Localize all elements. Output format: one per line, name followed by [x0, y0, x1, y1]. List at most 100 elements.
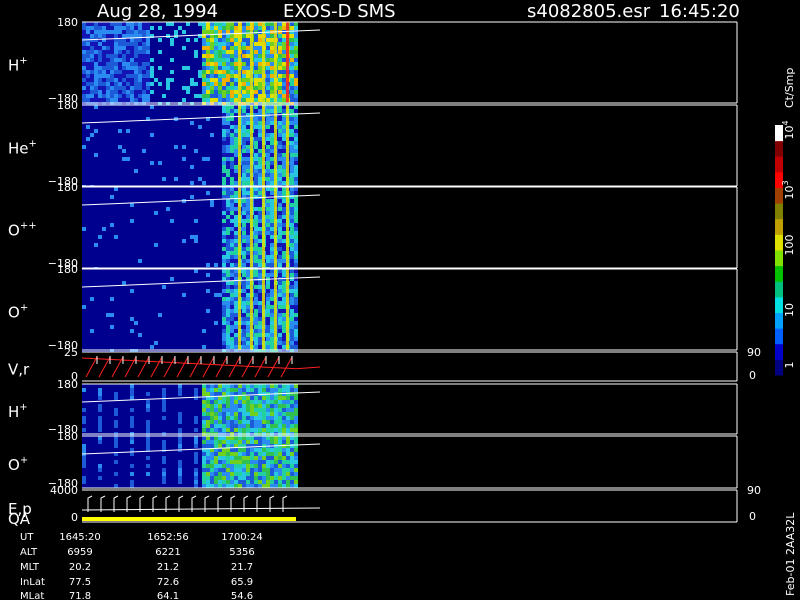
spectrogram-cell [222, 223, 226, 227]
spectrogram-cell [266, 54, 270, 58]
spectrogram-cell [114, 78, 118, 82]
spectrogram-cell [82, 161, 86, 165]
spectrogram-cell [82, 223, 86, 227]
spectrogram-cell [146, 400, 150, 404]
spectrogram-cell [270, 337, 274, 341]
spectrogram-cell [150, 313, 154, 317]
spectrogram-cell [174, 157, 178, 161]
spectrogram-cell [98, 58, 102, 62]
spectrogram-cell [226, 141, 230, 145]
spectrogram-cell [182, 74, 186, 78]
spectrogram-cell [98, 113, 102, 117]
spectrogram-cell [134, 277, 138, 281]
spectrogram-cell [202, 54, 206, 58]
spectrogram-cell [150, 231, 154, 235]
spectrogram-cell [130, 173, 134, 177]
spectrogram-cell [118, 54, 122, 58]
spectrogram-cell [254, 235, 258, 239]
spectrogram-cell [154, 293, 158, 297]
spectrogram-cell [290, 30, 294, 34]
spectrogram-cell [126, 321, 130, 325]
spectrogram-cell [114, 86, 118, 90]
spectrogram-cell [278, 90, 282, 94]
spectrogram-cell [246, 337, 250, 341]
spectrogram-cell [142, 62, 146, 66]
spectrogram-cell [90, 42, 94, 46]
spectrogram-cell [206, 82, 210, 86]
spectrogram-cell [290, 325, 294, 329]
spectrogram-cell [242, 58, 246, 62]
spectrogram-cell [82, 46, 86, 50]
spectrogram-cell [98, 105, 102, 109]
spectrogram-cell [146, 285, 150, 289]
spectrogram-cell [230, 38, 234, 42]
spectrogram-cell [82, 78, 86, 82]
spectrogram-cell [258, 34, 262, 38]
spectrogram-cell [186, 293, 190, 297]
spectrogram-cell [266, 22, 270, 26]
spectrogram-cell [118, 177, 122, 181]
spectrogram-cell [94, 66, 98, 70]
spectrogram-cell [106, 329, 110, 333]
spectrogram-cell [158, 345, 162, 349]
spectrogram-cell [170, 392, 174, 396]
spectrogram-cell [222, 317, 226, 321]
spectrogram-cell [210, 329, 214, 333]
spectrogram-cell [122, 325, 126, 329]
spectrogram-cell [142, 301, 146, 305]
spectrogram-cell [110, 341, 114, 345]
spectrogram-cell [190, 98, 194, 102]
spectrogram-cell [194, 113, 198, 117]
spectrogram-cell [86, 247, 90, 251]
spectrogram-cell [126, 313, 130, 317]
spectrogram-cell [198, 235, 202, 239]
spectrogram-cell [110, 86, 114, 90]
spectrogram-cell [118, 153, 122, 157]
spectrogram-cell [118, 169, 122, 173]
spectrogram-cell [230, 337, 234, 341]
spectrogram-cell [130, 273, 134, 277]
spectrogram-cell [142, 211, 146, 215]
spectrogram-cell [82, 263, 86, 267]
spectrogram-cell [102, 384, 106, 388]
spectrogram-cell [154, 285, 158, 289]
spectrogram-cell [202, 219, 206, 223]
spectrogram-cell [126, 70, 130, 74]
spectrogram-cell [118, 113, 122, 117]
spectrogram-cell [98, 424, 102, 428]
spectrogram-cell [82, 74, 86, 78]
spectrogram-cell [110, 235, 114, 239]
spectrogram-cell [110, 259, 114, 263]
spectrogram-cell [294, 321, 298, 325]
spectrogram-cell [294, 62, 298, 66]
spectrogram-cell [174, 137, 178, 141]
spectrogram-cell [290, 231, 294, 235]
spectrogram-cell [182, 78, 186, 82]
spectrogram-cell [170, 329, 174, 333]
spectrogram-cell [158, 297, 162, 301]
spectrogram-cell [158, 285, 162, 289]
spectrogram-cell [190, 133, 194, 137]
spectrogram-cell [234, 207, 238, 211]
spectrogram-cell [86, 384, 90, 388]
spectrogram-cell [186, 273, 190, 277]
spectrogram-cell [278, 293, 282, 297]
spectrogram-cell [126, 161, 130, 165]
spectrogram-cell [170, 412, 174, 416]
spectrogram-cell [142, 251, 146, 255]
spectrogram-cell [94, 333, 98, 337]
spectrogram-cell [222, 203, 226, 207]
spectrogram-cell [150, 129, 154, 133]
spectrogram-cell [142, 203, 146, 207]
spectrogram-cell [194, 325, 198, 329]
spectrogram-cell [154, 305, 158, 309]
spectrogram-cell [194, 255, 198, 259]
spectrogram-cell [258, 109, 262, 113]
spectrogram-cell [190, 38, 194, 42]
spectrogram-cell [230, 34, 234, 38]
spectrogram-cell [270, 235, 274, 239]
spectrogram-cell [110, 231, 114, 235]
spectrogram-cell [170, 121, 174, 125]
spectrogram-cell [190, 337, 194, 341]
spectrogram-cell [254, 70, 258, 74]
